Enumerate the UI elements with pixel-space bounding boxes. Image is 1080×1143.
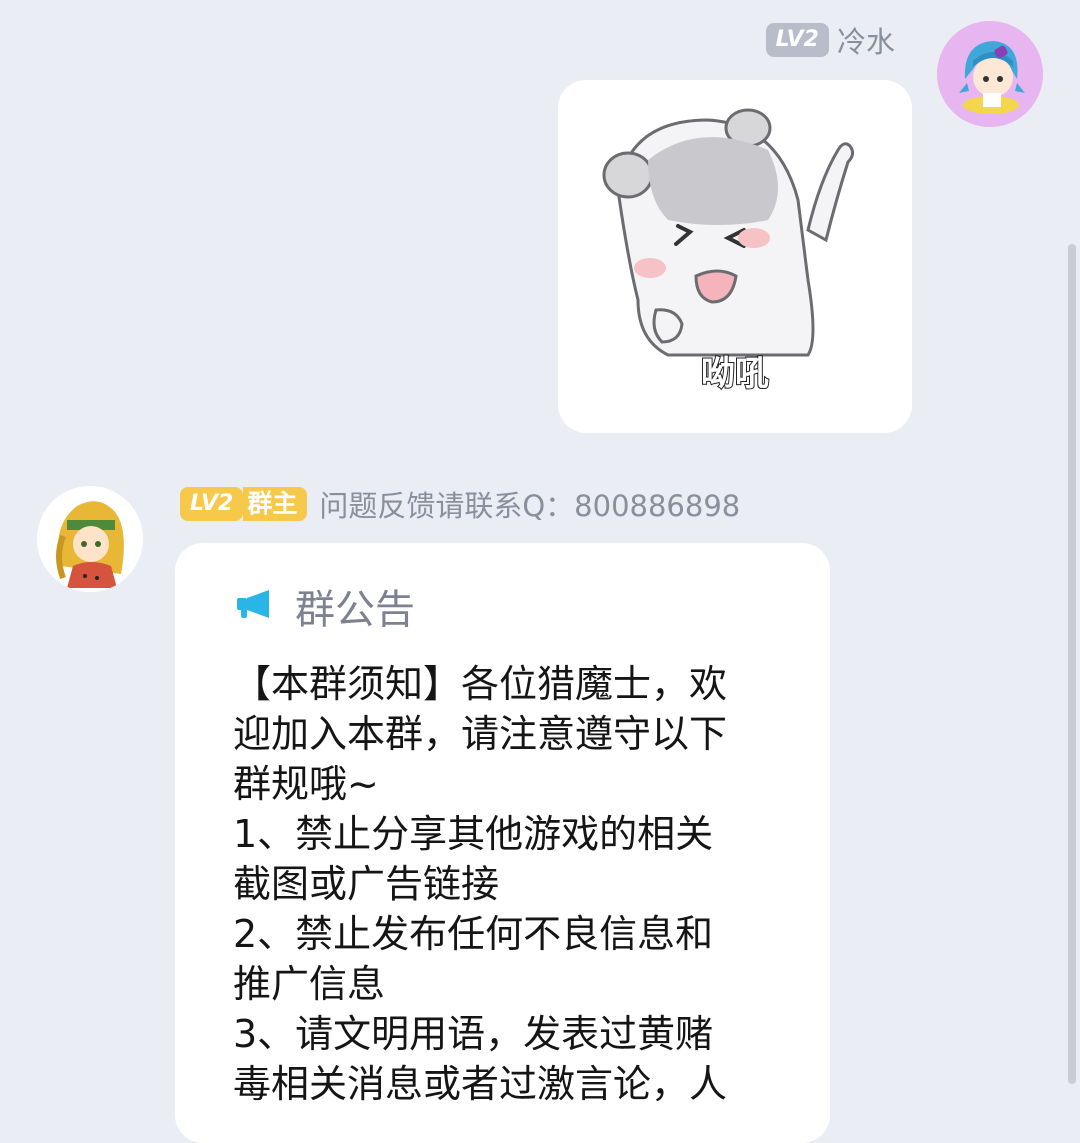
announcement-line: 2、禁止发布任何不良信息和 — [233, 912, 714, 956]
announcement-line: 1、禁止分享其他游戏的相关 — [233, 812, 714, 856]
owner-role-badge: 群主 — [243, 487, 308, 521]
level-badge: LV2 — [180, 487, 244, 521]
announcement-line: 群规哦~ — [233, 762, 379, 806]
announcement-line: 毒相关消息或者过激言论，人 — [233, 1062, 728, 1106]
avatar[interactable] — [937, 21, 1043, 127]
announcement-line: 截图或广告链接 — [233, 862, 500, 906]
level-badge: LV2 — [765, 23, 829, 57]
sticker-image[interactable]: 呦吼 — [558, 80, 912, 433]
announcement-line: 推广信息 — [233, 962, 386, 1006]
sticker-caption: 呦吼 — [700, 353, 770, 395]
scrollbar[interactable] — [1068, 244, 1076, 1084]
sender-name[interactable]: 问题反馈请联系Q：800886898 — [319, 483, 740, 525]
avatar[interactable] — [37, 486, 143, 592]
sender-name[interactable]: 冷水 — [837, 19, 895, 61]
message-header: LV2 冷水 — [765, 19, 895, 61]
announcement-card[interactable]: 群公告 【本群须知】各位猎魔士，欢 迎加入本群，请注意遵守以下 群规哦~ 1、禁… — [175, 543, 830, 1143]
announcement-line: 【本群须知】各位猎魔士，欢 — [233, 662, 728, 706]
announcement-header: 群公告 — [235, 577, 415, 635]
announcement-line: 3、请文明用语，发表过黄赌 — [233, 1012, 714, 1056]
megaphone-icon — [235, 588, 275, 624]
announcement-body: 【本群须知】各位猎魔士，欢 迎加入本群，请注意遵守以下 群规哦~ 1、禁止分享其… — [233, 659, 793, 1109]
message-header: LV2 群主 问题反馈请联系Q：800886898 — [180, 485, 740, 523]
announcement-line: 迎加入本群，请注意遵守以下 — [233, 712, 728, 756]
announcement-title: 群公告 — [295, 587, 415, 633]
